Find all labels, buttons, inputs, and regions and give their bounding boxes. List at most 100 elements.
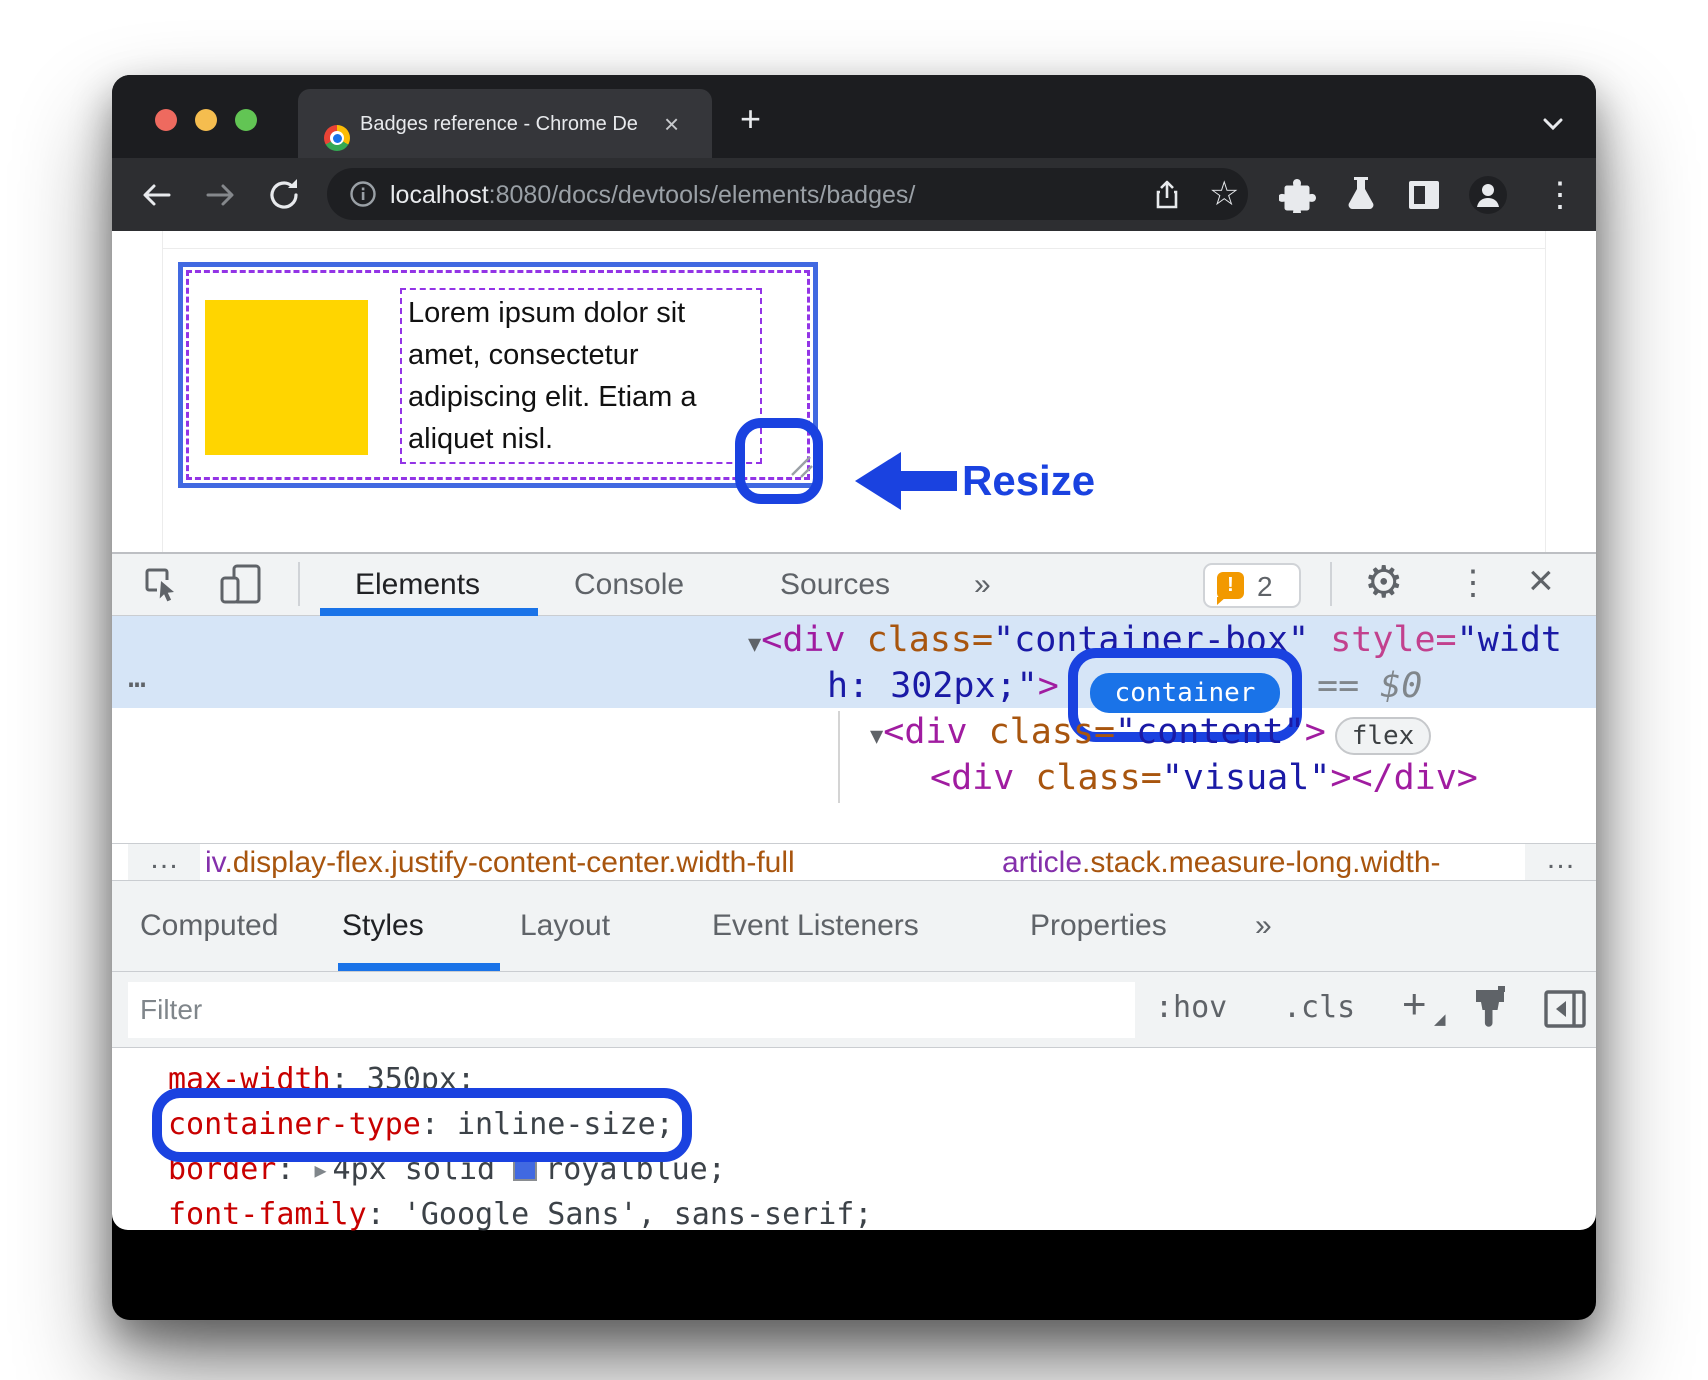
dom-code: == <box>1317 666 1380 706</box>
css-value: 'Google Sans', sans-serif; <box>403 1197 873 1232</box>
toolbar-separator <box>298 562 300 606</box>
breadcrumb-item[interactable]: article.stack.measure-long.width- <box>1002 846 1441 880</box>
dom-code: class= <box>867 620 993 660</box>
issues-count: 2 <box>1257 571 1273 603</box>
tab-search-chevron-down-icon[interactable] <box>1538 111 1568 137</box>
browser-window: Badges reference - Chrome De × + <box>112 75 1596 1320</box>
side-panel-icon[interactable] <box>1406 179 1442 211</box>
class-toggle[interactable]: .cls <box>1283 990 1355 1025</box>
extensions-puzzle-icon[interactable] <box>1279 176 1317 216</box>
dom-code: style= <box>1309 620 1457 660</box>
tab-styles[interactable]: Styles <box>342 909 424 943</box>
more-tabs-icon[interactable]: » <box>974 568 991 602</box>
tab-event-listeners[interactable]: Event Listeners <box>712 909 919 943</box>
device-toolbar-icon[interactable] <box>217 562 265 608</box>
share-icon[interactable] <box>1152 179 1182 211</box>
active-tab-underline <box>320 608 538 616</box>
visual-yellow-box <box>205 300 368 455</box>
dom-code: </div> <box>1351 758 1477 798</box>
bookmark-star-icon[interactable]: ☆ <box>1209 174 1239 214</box>
dom-overflow-ellipsis[interactable]: … <box>128 660 149 695</box>
styles-filter-bar: :hov .cls + ◢ <box>112 972 1596 1048</box>
flex-badge[interactable]: flex <box>1335 717 1431 755</box>
resize-annotation-label: Resize <box>962 457 1095 505</box>
breadcrumb-tag: iv <box>205 846 224 879</box>
zoom-window-button[interactable] <box>235 109 257 131</box>
back-icon[interactable] <box>139 178 173 212</box>
hover-state-toggle[interactable]: :hov <box>1155 990 1227 1025</box>
expand-arrow-icon[interactable]: ▼ <box>870 724 883 749</box>
filter-input[interactable] <box>128 982 1135 1038</box>
tab-strip: Badges reference - Chrome De × + <box>112 75 1596 158</box>
dom-code: <div <box>930 758 1035 798</box>
tab-title: Badges reference - Chrome De <box>360 113 660 139</box>
dom-tree: … ▼<div class="container-box" style="wid… <box>112 616 1596 843</box>
css-declaration-font-family[interactable]: font-family: 'Google Sans', sans-serif; <box>168 1195 872 1235</box>
resize-annotation-ring <box>735 418 823 504</box>
url-host: localhost <box>390 181 489 209</box>
dom-code: $0 <box>1380 666 1422 706</box>
new-rule-corner-triangle-icon: ◢ <box>1434 1010 1446 1028</box>
avatar[interactable] <box>1468 175 1508 215</box>
dom-code: class= <box>989 712 1115 752</box>
equals-dollar-zero: == $0 <box>1317 663 1422 709</box>
dom-line-container-box-wrap[interactable]: h: 302px;"> <box>827 663 1059 709</box>
devtools-toolbar: Elements Console Sources » ! 2 ⚙ ⋮ × <box>112 552 1596 616</box>
labs-flask-icon[interactable] <box>1343 175 1379 215</box>
tab-elements[interactable]: Elements <box>355 568 480 602</box>
dom-line-visual[interactable]: <div class="visual"></div> <box>930 755 1478 801</box>
lorem-text: Lorem ipsum dolor sit amet, consectetur … <box>408 292 697 460</box>
devtools-menu-icon[interactable]: ⋮ <box>1456 563 1490 603</box>
css-property: font-family <box>168 1197 367 1232</box>
rendering-paintbrush-icon[interactable] <box>1468 986 1512 1034</box>
page-divider <box>162 231 163 552</box>
toolbar-separator <box>1330 562 1332 606</box>
minimize-window-button[interactable] <box>195 109 217 131</box>
dom-line-content[interactable]: ▼<div class="content"> <box>870 709 1326 760</box>
tab-close-icon[interactable]: × <box>664 111 679 137</box>
breadcrumb-overflow-left[interactable]: … <box>128 844 200 880</box>
forward-icon[interactable] <box>204 178 238 212</box>
issues-icon: ! <box>1217 572 1244 599</box>
devtools-close-icon[interactable]: × <box>1528 556 1554 606</box>
dom-code: > <box>1305 712 1326 752</box>
breadcrumb-classes: .display-flex.justify-content-center.wid… <box>224 846 794 879</box>
more-tabs-icon[interactable]: » <box>1255 909 1272 943</box>
new-tab-button[interactable]: + <box>740 101 761 137</box>
breadcrumb: … iv.display-flex.justify-content-center… <box>112 843 1596 881</box>
tab-computed[interactable]: Computed <box>140 909 278 943</box>
breadcrumb-item[interactable]: iv.display-flex.justify-content-center.w… <box>205 846 795 880</box>
browser-toolbar: localhost:8080/docs/devtools/elements/ba… <box>112 158 1596 231</box>
url-path: :8080/docs/devtools/elements/badges/ <box>489 181 916 209</box>
tab-layout[interactable]: Layout <box>520 909 610 943</box>
reload-icon[interactable] <box>266 176 302 214</box>
css-sep: : <box>367 1197 403 1232</box>
resize-annotation-arrow <box>855 452 957 510</box>
issues-counter-button[interactable]: ! 2 <box>1203 563 1301 608</box>
tab-sources[interactable]: Sources <box>780 568 890 602</box>
screenshot-stage: Badges reference - Chrome De × + <box>0 0 1708 1380</box>
new-style-rule-button[interactable]: + <box>1402 980 1427 1028</box>
close-window-button[interactable] <box>155 109 177 131</box>
page-viewport: Lorem ipsum dolor sit amet, consectetur … <box>112 231 1596 552</box>
inspect-icon[interactable] <box>141 564 181 606</box>
settings-gear-icon[interactable]: ⚙ <box>1364 557 1403 608</box>
dom-code: <div <box>883 712 988 752</box>
toggle-sidebar-panel-icon[interactable] <box>1542 988 1588 1030</box>
url-text: localhost:8080/docs/devtools/elements/ba… <box>390 181 915 210</box>
breadcrumb-tag: article <box>1002 846 1082 879</box>
dom-code: class= <box>1035 758 1161 798</box>
url-bar[interactable]: localhost:8080/docs/devtools/elements/ba… <box>327 168 1248 220</box>
browser-tab[interactable]: Badges reference - Chrome De × <box>298 89 712 158</box>
breadcrumb-overflow-right[interactable]: … <box>1525 844 1596 880</box>
browser-menu-icon[interactable]: ⋮ <box>1543 175 1577 215</box>
page-divider <box>162 248 1546 249</box>
expand-arrow-icon[interactable]: ▼ <box>748 632 761 657</box>
site-info-icon[interactable] <box>349 180 377 208</box>
dom-code: > <box>1330 758 1351 798</box>
chrome-favicon-icon <box>324 125 350 151</box>
breadcrumb-classes: .stack.measure-long.width- <box>1082 846 1440 879</box>
tab-properties[interactable]: Properties <box>1030 909 1167 943</box>
styles-sidebar-tabs: Computed Styles Layout Event Listeners P… <box>112 881 1596 972</box>
tab-console[interactable]: Console <box>574 568 684 602</box>
